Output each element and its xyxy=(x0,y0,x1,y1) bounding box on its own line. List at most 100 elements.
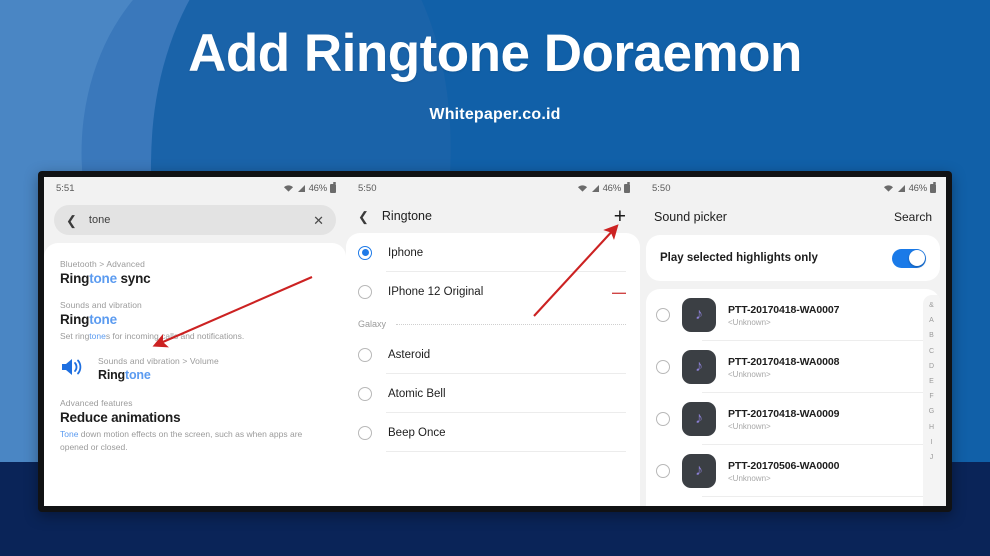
result-description: Tone down motion effects on the screen, … xyxy=(60,428,330,453)
list-item[interactable]: ♪ PTT-20170418-WA0009 <Unknown> xyxy=(646,393,940,445)
status-icons: 46% xyxy=(283,182,336,194)
panel-settings-search: 5:51 46% ❮ tone ✕ Bluetooth > Advanced R… xyxy=(44,177,346,506)
toggle-knob xyxy=(908,250,925,266)
sound-meta: PTT-20170418-WA0009 <Unknown> xyxy=(728,408,926,431)
panel-ringtone-list: 5:50 46% ❮ Ringtone + Iphone IPhone 12 O… xyxy=(346,177,640,506)
battery-percent: 46% xyxy=(308,182,328,194)
battery-icon xyxy=(930,182,936,193)
back-chevron-icon[interactable]: ❮ xyxy=(358,210,369,223)
remove-icon[interactable]: — xyxy=(612,285,626,299)
search-button[interactable]: Search xyxy=(894,210,932,224)
highlights-toggle[interactable] xyxy=(892,248,926,268)
radio-button[interactable] xyxy=(358,245,372,260)
alpha-index-item[interactable]: H xyxy=(929,421,934,435)
result-title-a: Ring xyxy=(98,368,125,383)
ringtone-label: Iphone xyxy=(388,246,424,259)
group-label: Galaxy xyxy=(358,319,387,329)
back-chevron-icon[interactable]: ❮ xyxy=(66,214,77,227)
sound-meta: PTT-20170418-WA0007 <Unknown> xyxy=(728,304,926,327)
page-title: Add Ringtone Doraemon xyxy=(188,24,802,83)
status-bar-search: 5:51 46% xyxy=(44,177,346,199)
signal-icon xyxy=(591,184,599,192)
ringtone-label: Atomic Bell xyxy=(388,387,446,400)
result-title-a: Ring xyxy=(60,271,90,286)
status-icons: 46% xyxy=(883,182,936,194)
wifi-icon xyxy=(577,184,587,192)
wifi-icon xyxy=(883,184,893,192)
status-bar-picker: 5:50 46% xyxy=(640,177,946,199)
status-time: 5:50 xyxy=(358,182,377,194)
alpha-index-item[interactable]: C xyxy=(929,345,934,359)
result-title-b: sync xyxy=(116,271,151,286)
search-result-ringtone[interactable]: Sounds and vibration Ringtone Set ringto… xyxy=(60,300,330,342)
alpha-index-item[interactable]: A xyxy=(929,314,934,328)
alpha-index-item[interactable]: G xyxy=(929,405,934,419)
screenshot-panels: 5:51 46% ❮ tone ✕ Bluetooth > Advanced R… xyxy=(44,177,946,506)
result-breadcrumb: Sounds and vibration > Volume xyxy=(98,356,219,367)
music-note-icon: ♪ xyxy=(682,298,716,332)
music-note-icon: ♪ xyxy=(682,454,716,488)
music-note-icon: ♪ xyxy=(682,402,716,436)
search-result-bluetooth[interactable]: Bluetooth > Advanced Ringtone sync xyxy=(60,259,330,286)
app-bar-title: Sound picker xyxy=(654,210,727,224)
ringtone-item-iphone12[interactable]: IPhone 12 Original — xyxy=(346,272,640,311)
ringtone-group-galaxy: Galaxy xyxy=(346,311,640,335)
status-time: 5:51 xyxy=(56,182,75,194)
search-result-volume[interactable]: Sounds and vibration > Volume Ringtone xyxy=(60,356,330,382)
sound-artist: <Unknown> xyxy=(728,369,771,379)
status-bar-ringtone: 5:50 46% xyxy=(346,177,640,199)
status-time: 5:50 xyxy=(652,182,671,194)
radio-button[interactable] xyxy=(656,464,670,478)
sound-title: PTT-20170506-WA0000 xyxy=(728,459,840,472)
result-title-highlight: tone xyxy=(89,312,117,327)
close-icon[interactable]: ✕ xyxy=(313,214,324,227)
sound-title: PTT-20170418-WA0008 xyxy=(728,355,840,368)
poster-stage: Add Ringtone Doraemon Whitepaper.co.id 5… xyxy=(0,0,990,556)
search-result-reduce-animations[interactable]: Advanced features Reduce animations Tone… xyxy=(60,398,330,453)
ringtone-label: Asteroid xyxy=(388,348,431,361)
alpha-index-item[interactable]: & xyxy=(929,299,934,313)
radio-button[interactable] xyxy=(656,308,670,322)
app-bar-title: Ringtone xyxy=(381,209,432,223)
battery-percent: 46% xyxy=(908,182,928,194)
ringtone-item-asteroid[interactable]: Asteroid xyxy=(346,335,640,374)
alpha-index-item[interactable]: D xyxy=(929,360,934,374)
battery-icon xyxy=(624,182,630,193)
list-item[interactable]: ♪ PTT-20170506-WA0000 <Unknown> xyxy=(646,445,940,497)
wifi-icon xyxy=(283,184,293,192)
search-bar[interactable]: ❮ tone ✕ xyxy=(54,205,336,235)
alpha-index-item[interactable]: F xyxy=(929,390,933,404)
alpha-index-item[interactable]: B xyxy=(929,329,934,343)
search-results-card: Bluetooth > Advanced Ringtone sync Sound… xyxy=(44,243,346,506)
result-desc-a: down motion effects on the screen, such … xyxy=(60,429,303,452)
divider xyxy=(386,451,626,452)
highlights-toggle-row[interactable]: Play selected highlights only xyxy=(646,235,940,281)
divider xyxy=(702,496,940,497)
result-text-block: Sounds and vibration > Volume Ringtone xyxy=(98,356,219,382)
status-icons: 46% xyxy=(577,182,630,194)
radio-button[interactable] xyxy=(358,425,372,440)
list-item[interactable]: ♪ PTT-20170418-WA0007 <Unknown> xyxy=(646,289,940,341)
alpha-index-item[interactable]: J xyxy=(930,451,934,465)
ringtone-item-beep-once[interactable]: Beep Once xyxy=(346,413,640,452)
alpha-index-item[interactable]: I xyxy=(931,436,933,450)
panel-sound-picker: 5:50 46% Sound picker Search Play select… xyxy=(640,177,946,506)
result-breadcrumb: Sounds and vibration xyxy=(60,300,142,310)
ringtone-item-iphone[interactable]: Iphone xyxy=(346,233,640,272)
sound-meta: PTT-20170506-WA0000 <Unknown> xyxy=(728,460,926,483)
radio-button[interactable] xyxy=(656,412,670,426)
radio-button[interactable] xyxy=(358,347,372,362)
radio-button[interactable] xyxy=(656,360,670,374)
result-breadcrumb: Bluetooth > Advanced xyxy=(60,259,145,269)
radio-button[interactable] xyxy=(358,386,372,401)
battery-percent: 46% xyxy=(602,182,622,194)
list-item[interactable]: ♪ PTT-20170418-WA0008 <Unknown> xyxy=(646,341,940,393)
ringtone-app-bar: ❮ Ringtone + xyxy=(346,199,640,233)
alpha-index-item[interactable]: E xyxy=(929,375,934,389)
search-input[interactable]: tone xyxy=(89,214,301,226)
alphabet-index-scrollbar[interactable]: & A B C D E F G H I J xyxy=(923,295,940,506)
radio-button[interactable] xyxy=(358,284,372,299)
plus-icon[interactable]: + xyxy=(614,206,626,227)
ringtone-item-atomic-bell[interactable]: Atomic Bell xyxy=(346,374,640,413)
music-note-icon: ♪ xyxy=(682,350,716,384)
